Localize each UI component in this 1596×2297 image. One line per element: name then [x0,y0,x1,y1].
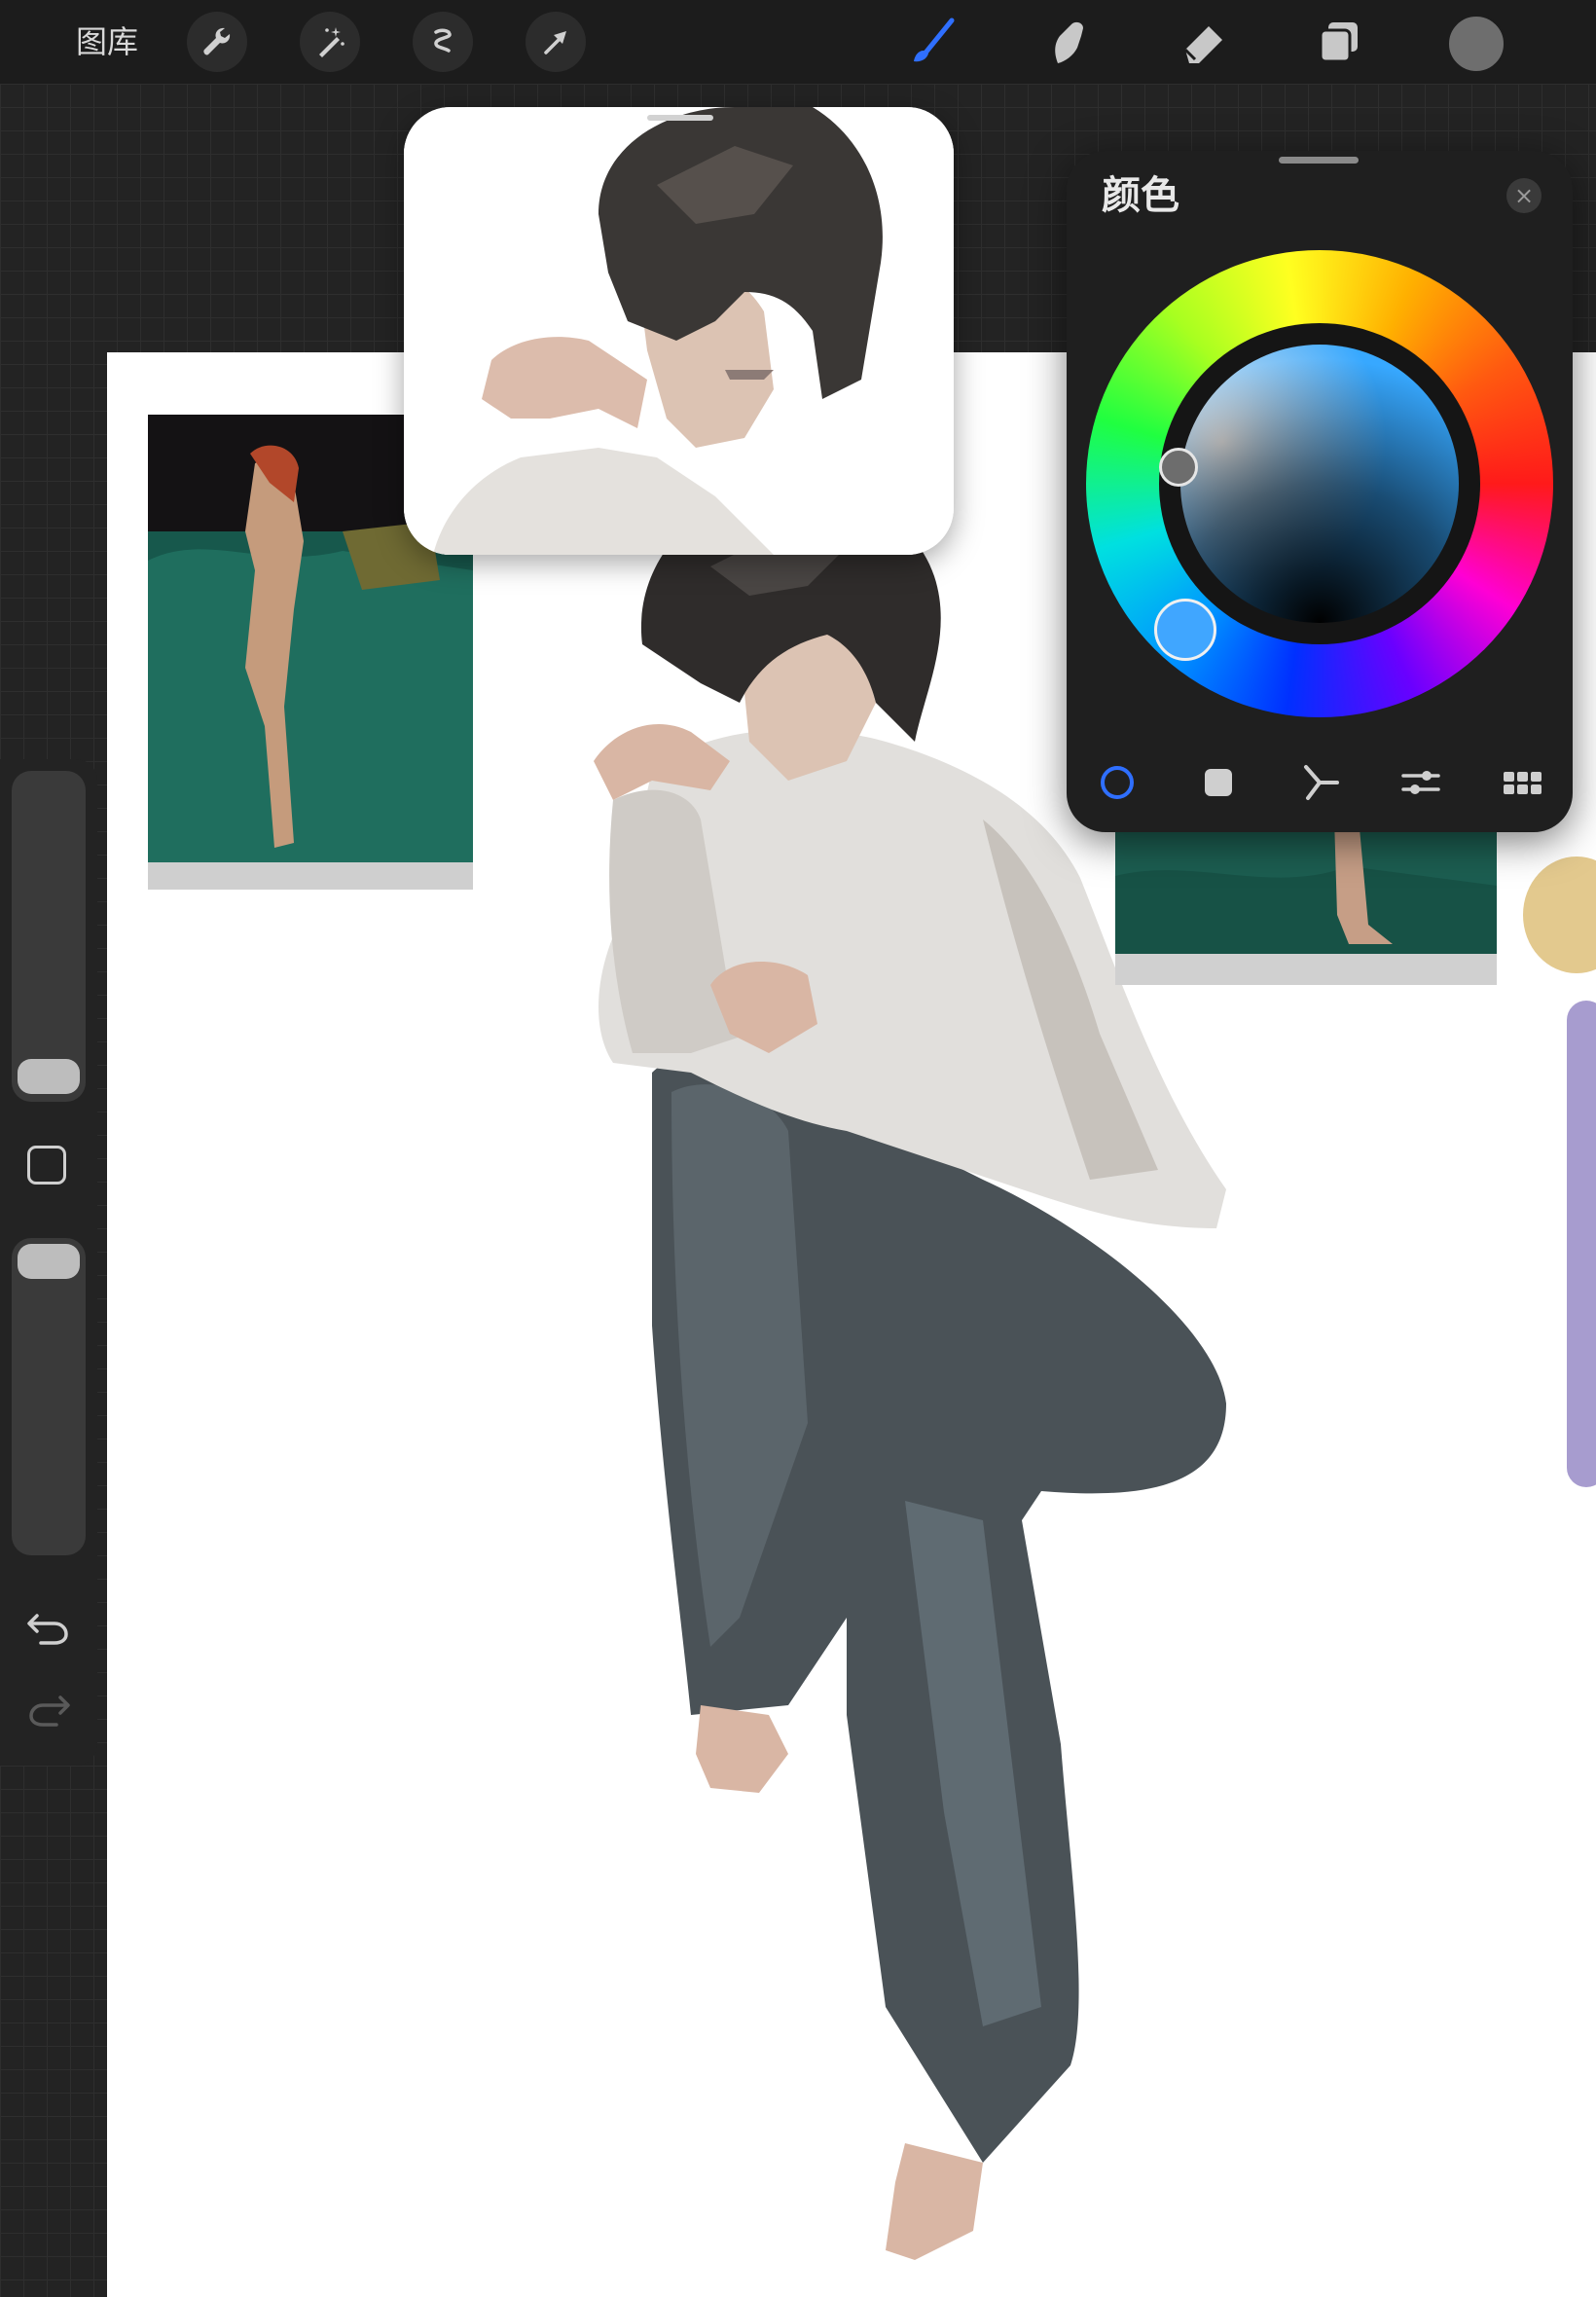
opacity-thumb[interactable] [18,1244,80,1279]
procreate-app: 图库 颜色 × [0,0,1596,2297]
saturation-disc[interactable] [1180,345,1459,623]
opacity-slider[interactable] [12,1238,86,1555]
arrow-cursor-icon [544,31,566,55]
layers-button[interactable] [1306,10,1370,74]
close-button[interactable]: × [1506,178,1542,213]
undo-icon[interactable] [23,1608,74,1647]
square-icon [1205,769,1232,796]
color-panel-title: 颜色 [1102,173,1179,218]
paint-button[interactable] [900,10,964,74]
brush-icon [914,18,955,62]
hue-knob[interactable] [1154,599,1216,661]
layers-icon [1319,22,1358,63]
eraser-icon [1183,26,1222,63]
tab-value[interactable] [1395,756,1447,809]
saturation-knob[interactable] [1159,448,1198,487]
hue-ring[interactable] [1086,250,1553,717]
adjustments-button[interactable] [300,12,360,72]
tab-palettes[interactable] [1496,756,1548,809]
top-toolbar: 图库 [0,0,1596,84]
selection-icon [434,28,452,53]
brush-size-thumb[interactable] [18,1059,80,1094]
modify-button[interactable] [27,1146,66,1185]
current-color-button[interactable] [1447,15,1505,73]
color-panel-handle[interactable] [1279,157,1359,164]
disc-icon [1101,766,1134,799]
color-disc-border [1159,323,1480,644]
wrench-icon [203,27,231,55]
reference-window[interactable] [404,107,954,555]
eraser-button[interactable] [1171,10,1235,74]
magic-wand-icon [319,27,345,57]
sidebar [0,759,97,1766]
canvas-purple-stroke [1567,1001,1596,1487]
tab-disc[interactable] [1091,756,1143,809]
smudge-icon [1055,21,1083,63]
actions-button[interactable] [187,12,247,72]
harmony-icon [1304,765,1339,800]
palette-grid-icon [1504,772,1542,794]
brush-size-slider[interactable] [12,771,86,1102]
reference-photo-secondary-image [1115,818,1497,985]
gallery-button[interactable]: 图库 [76,21,138,62]
sliders-icon [1401,771,1440,794]
reference-photo-secondary[interactable] [1115,818,1497,985]
tab-classic[interactable] [1192,756,1245,809]
color-panel: 颜色 × [1067,151,1573,832]
tab-harmony[interactable] [1293,756,1346,809]
redo-icon[interactable] [23,1690,74,1729]
reference-window-image [404,107,954,555]
transform-button[interactable] [526,12,586,72]
selection-button[interactable] [413,12,473,72]
smudge-button[interactable] [1035,10,1100,74]
reference-window-handle[interactable] [647,115,713,121]
